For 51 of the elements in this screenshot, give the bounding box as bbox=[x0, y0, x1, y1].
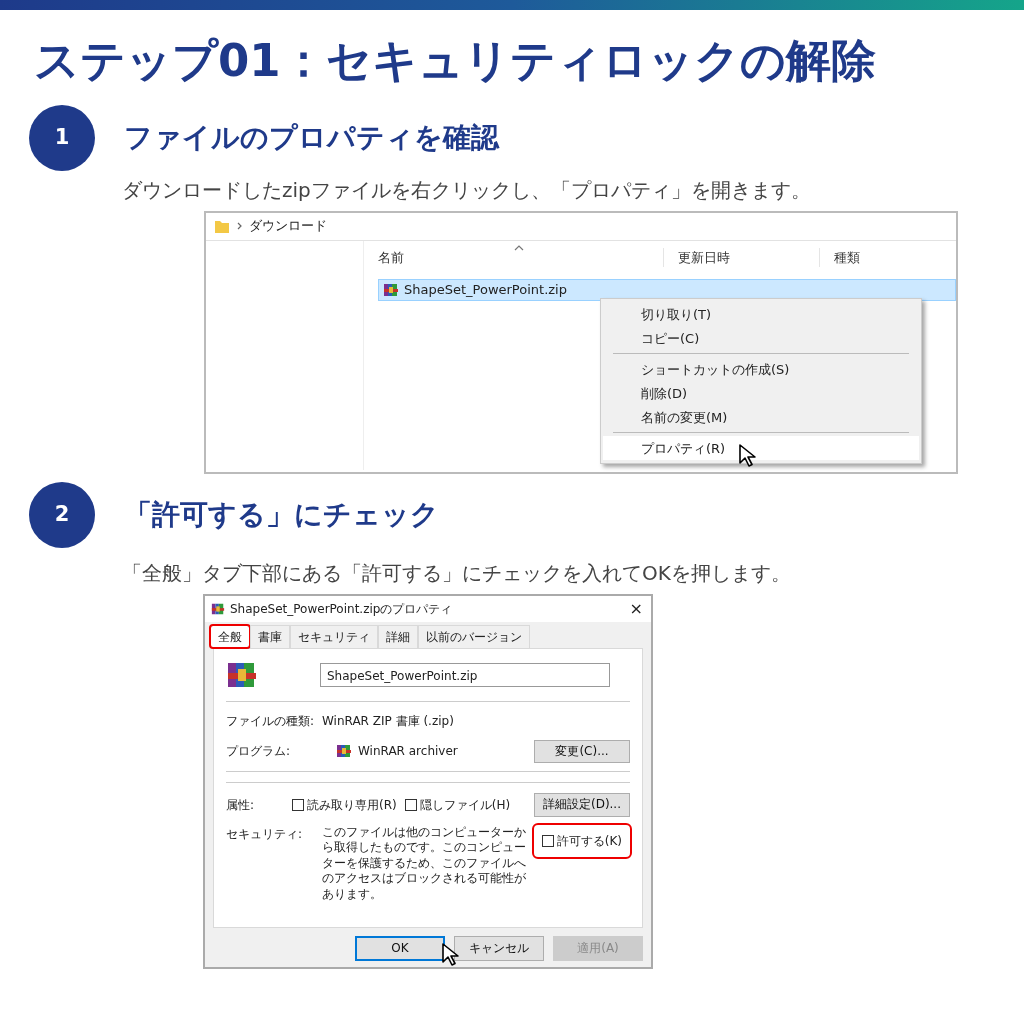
field-label: ファイルの種類: bbox=[226, 712, 316, 730]
menu-item[interactable]: プロパティ(R) bbox=[603, 435, 919, 460]
menu-item[interactable]: 削除(D) bbox=[603, 380, 919, 405]
stacked-books-icon bbox=[383, 281, 399, 298]
field-value: WinRAR ZIP 書庫 (.zip) bbox=[322, 712, 454, 730]
stacked-books-icon bbox=[211, 601, 225, 616]
security-message: このファイルは他のコンピューターから取得したものです。このコンピューターを保護するため、このファイルへのアクセスはブロックされる可能性があります。 bbox=[322, 824, 527, 903]
cursor-icon bbox=[738, 442, 757, 468]
step-heading: 「許可する」にチェック bbox=[124, 496, 439, 533]
checkbox[interactable] bbox=[541, 834, 554, 847]
menu-item[interactable]: 名前の変更(M) bbox=[603, 404, 919, 429]
tab[interactable]: 詳細 bbox=[378, 624, 418, 648]
field-label: セキュリティ: bbox=[226, 825, 304, 843]
step-number: 1 bbox=[29, 104, 95, 171]
column-header[interactable]: 種類 bbox=[820, 247, 860, 268]
checkbox-label: 隠しファイル(H) bbox=[419, 796, 511, 814]
tab[interactable]: セキュリティ bbox=[290, 624, 378, 648]
breadcrumb-item[interactable]: ダウンロード bbox=[249, 216, 327, 236]
step-number: 2 bbox=[29, 481, 95, 548]
tab[interactable]: 全般 bbox=[210, 624, 250, 648]
stacked-books-icon bbox=[336, 743, 352, 760]
folder-icon bbox=[214, 218, 230, 234]
tab[interactable]: 以前のバージョン bbox=[418, 624, 530, 648]
tab[interactable]: 書庫 bbox=[250, 624, 290, 648]
column-header[interactable]: 名前 bbox=[364, 247, 664, 268]
checkbox-label: 読み取り専用(R) bbox=[307, 796, 397, 814]
advanced-button[interactable]: 詳細設定(D)... bbox=[533, 793, 630, 817]
menu-item[interactable]: ショートカットの作成(S) bbox=[603, 356, 919, 381]
step-heading: ファイルのプロパティを確認 bbox=[124, 119, 499, 156]
close-button[interactable]: × bbox=[629, 596, 643, 621]
change-button[interactable]: 変更(C)... bbox=[534, 739, 630, 764]
dialog-button[interactable]: OK bbox=[355, 935, 445, 962]
column-header[interactable]: 更新日時 bbox=[664, 247, 820, 268]
filename-field[interactable]: ShapeSet_PowerPoint.zip bbox=[320, 662, 610, 687]
chevron-icon bbox=[236, 221, 243, 231]
dialog-title: ShapeSet_PowerPoint.zipのプロパティ bbox=[230, 600, 453, 618]
field-label: プログラム: bbox=[226, 743, 292, 761]
checkbox[interactable] bbox=[404, 798, 417, 811]
menu-item[interactable]: 切り取り(T) bbox=[603, 301, 919, 326]
dialog-button[interactable]: キャンセル bbox=[454, 935, 544, 962]
cursor-icon bbox=[441, 941, 460, 967]
checkbox[interactable] bbox=[292, 798, 304, 811]
field-label: 属性: bbox=[226, 796, 256, 814]
file-name: ShapeSet_PowerPoint.zip bbox=[404, 280, 567, 299]
field-value: WinRAR archiver bbox=[358, 743, 458, 761]
step-description: ダウンロードしたzipファイルを右クリックし、「プロパティ」を開きます。 bbox=[122, 176, 812, 204]
checkbox-label: 許可する(K) bbox=[556, 832, 622, 850]
file-row[interactable]: ShapeSet_PowerPoint.zip bbox=[378, 278, 956, 301]
menu-item[interactable]: コピー(C) bbox=[603, 325, 919, 350]
slide-title: ステップ01：セキュリティロックの解除 bbox=[34, 33, 877, 89]
step-description: 「全般」タブ下部にある「許可する」にチェックを入れてOKを押します。 bbox=[122, 559, 792, 587]
